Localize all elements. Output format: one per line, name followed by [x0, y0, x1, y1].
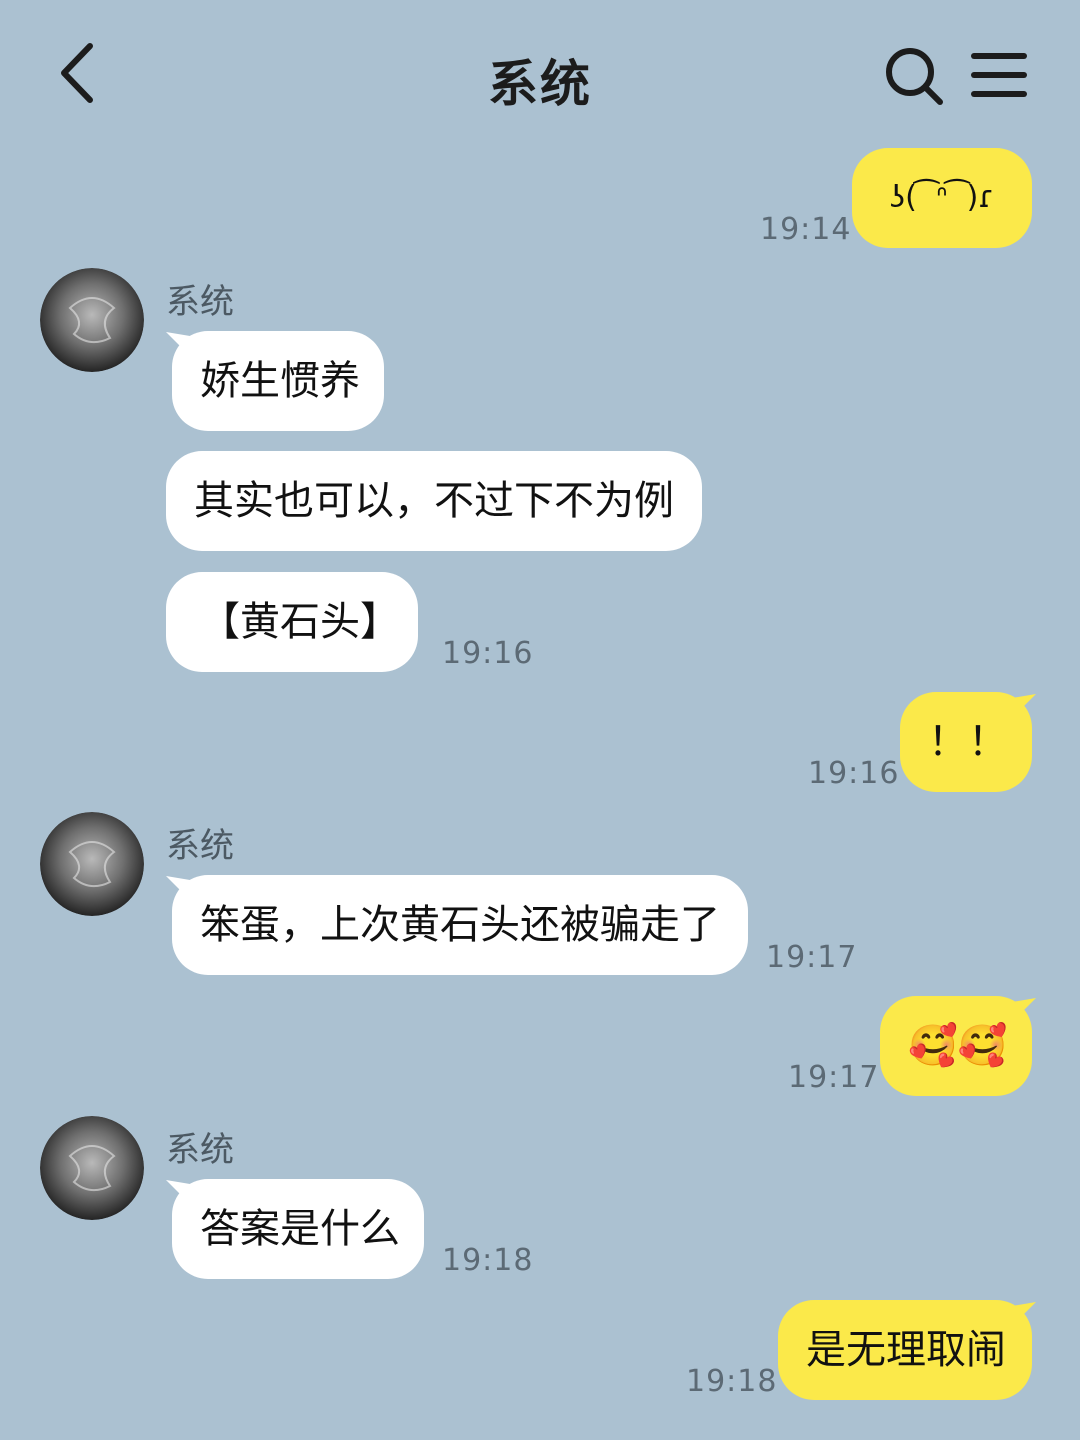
message-time: 19:17: [766, 940, 858, 975]
avatar-image: [40, 268, 144, 372]
message-text: 是无理取闹: [806, 1327, 1006, 1373]
sender-name: 系统: [166, 282, 234, 322]
chat-header: 系统: [0, 0, 1080, 140]
incoming-message-bubble[interactable]: 其实也可以，不过下不为例: [166, 451, 702, 551]
message-text: 其实也可以，不过下不为例: [194, 478, 674, 524]
menu-button[interactable]: [970, 50, 1028, 100]
search-button[interactable]: [882, 44, 946, 108]
incoming-message-bubble[interactable]: 娇生惯养: [172, 331, 384, 431]
avatar[interactable]: [40, 268, 144, 372]
outgoing-message-bubble[interactable]: 🥰🥰: [880, 996, 1032, 1096]
message-time: 19:16: [442, 636, 534, 671]
avatar[interactable]: [40, 812, 144, 916]
message-text: ！！: [928, 719, 1008, 765]
message-text: ʖ( ͡ ᐢ ͡ )ɾ: [889, 180, 995, 215]
message-time: 19:17: [788, 1060, 880, 1095]
message-text: 【黄石头】: [200, 599, 400, 645]
message-text: 娇生惯养: [200, 358, 360, 404]
message-time: 19:18: [442, 1243, 534, 1278]
incoming-message-bubble[interactable]: 笨蛋，上次黄石头还被骗走了: [172, 875, 748, 975]
message-text: 笨蛋，上次黄石头还被骗走了: [200, 902, 720, 948]
sender-name: 系统: [166, 826, 234, 866]
incoming-message-bubble[interactable]: 答案是什么: [172, 1179, 424, 1279]
message-time: 19:18: [686, 1364, 778, 1399]
message-time: 19:16: [808, 756, 900, 791]
outgoing-message-bubble[interactable]: 是无理取闹: [778, 1300, 1032, 1400]
outgoing-message-bubble[interactable]: ʖ( ͡ ᐢ ͡ )ɾ: [852, 148, 1032, 248]
avatar-image: [40, 812, 144, 916]
incoming-message-bubble[interactable]: 【黄石头】: [166, 572, 418, 672]
search-icon: [886, 48, 943, 105]
message-time: 19:14: [760, 212, 852, 247]
hamburger-menu-icon: [971, 53, 1027, 97]
avatar-image: [40, 1116, 144, 1220]
message-text: 🥰🥰: [908, 1023, 1008, 1069]
message-text: 答案是什么: [200, 1206, 400, 1252]
sender-name: 系统: [166, 1130, 234, 1170]
avatar[interactable]: [40, 1116, 144, 1220]
outgoing-message-bubble[interactable]: ！！: [900, 692, 1032, 792]
